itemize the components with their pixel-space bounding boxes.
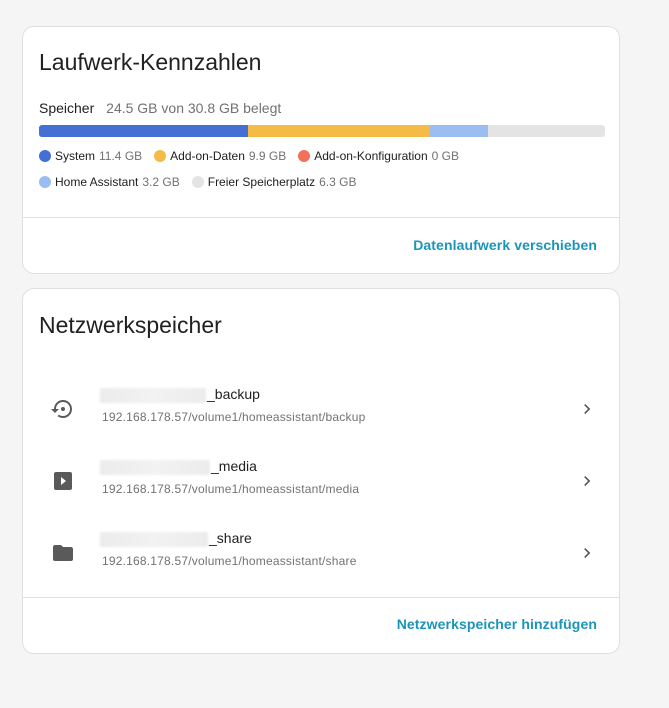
storage-usage-bar <box>39 125 605 137</box>
network-mount-backup[interactable]: _backup 192.168.178.57/volume1/homeassis… <box>23 373 619 445</box>
mount-name: _backup <box>207 386 260 402</box>
storage-legend: System 11.4 GB Add-on-Daten 9.9 GB Add-on-Ko… <box>39 148 609 190</box>
legend-dot <box>39 176 51 188</box>
legend-dot <box>39 150 51 162</box>
chevron-right-icon <box>584 404 591 414</box>
legend-label: Add-on-Konfiguration <box>314 149 428 163</box>
usage-bar-segment <box>39 125 249 137</box>
legend-dot <box>154 150 167 162</box>
legend-label: Home Assistant <box>55 175 139 189</box>
legend-label: Freier Speicherplatz <box>207 175 316 189</box>
mount-path: 192.168.178.57/volume1/homeassistant/sha… <box>102 554 357 568</box>
legend-value: 11.4 GB <box>99 149 143 163</box>
legend-value: 0 GB <box>431 149 460 163</box>
legend-value: 6.3 GB <box>319 175 357 189</box>
folder-icon <box>53 545 73 561</box>
network-mount-share[interactable]: _share 192.168.178.57/volume1/homeassist… <box>23 517 619 589</box>
mount-name: _share <box>209 530 252 546</box>
chevron-right-icon <box>584 548 591 558</box>
legend-label: Add-on-Daten <box>170 149 245 163</box>
usage-bar-segment <box>248 125 430 137</box>
move-datadisk-button[interactable]: Datenlaufwerk verschieben <box>413 237 597 253</box>
mount-name: _media <box>211 458 257 474</box>
redacted-name <box>100 388 206 403</box>
network-storage-card: Netzwerkspeicher _backup 192.168.178.57/… <box>22 288 620 654</box>
media-play-icon <box>54 472 72 490</box>
legend-label: System <box>55 149 96 163</box>
redacted-name <box>100 460 210 475</box>
backup-restore-icon <box>51 400 72 418</box>
legend-item: Add-on-Konfiguration 0 GB <box>298 148 459 164</box>
mount-path: 192.168.178.57/volume1/homeassistant/med… <box>102 482 360 496</box>
chevron-right-icon <box>584 476 591 486</box>
legend-value: 3.2 GB <box>142 175 180 189</box>
storage-usage: 24.5 GB von 30.8 GB belegt <box>106 100 282 116</box>
legend-dot <box>191 176 204 188</box>
redacted-name <box>100 532 208 547</box>
legend-item: Add-on-Daten 9.9 GB <box>154 148 286 164</box>
legend-item: System 11.4 GB <box>39 148 142 164</box>
storage-label: Speicher <box>39 100 95 116</box>
network-mount-media[interactable]: _media 192.168.178.57/volume1/homeassist… <box>23 445 619 517</box>
card-divider <box>23 217 619 218</box>
usage-bar-segment <box>429 125 489 137</box>
storage-summary: Speicher 24.5 GB von 30.8 GB belegt <box>39 100 281 116</box>
legend-item: Home Assistant 3.2 GB <box>39 174 180 190</box>
legend-item: Freier Speicherplatz 6.3 GB <box>191 174 357 190</box>
card-title-network: Netzwerkspeicher <box>39 312 222 338</box>
card-divider <box>23 597 619 598</box>
add-network-storage-button[interactable]: Netzwerkspeicher hinzufügen <box>397 616 597 632</box>
card-title-disk: Laufwerk-Kennzahlen <box>39 49 262 75</box>
legend-dot <box>298 150 311 162</box>
disk-metrics-card: Laufwerk-Kennzahlen Speicher 24.5 GB von… <box>22 26 620 274</box>
mount-path: 192.168.178.57/volume1/homeassistant/bac… <box>102 410 366 424</box>
legend-value: 9.9 GB <box>248 149 287 163</box>
